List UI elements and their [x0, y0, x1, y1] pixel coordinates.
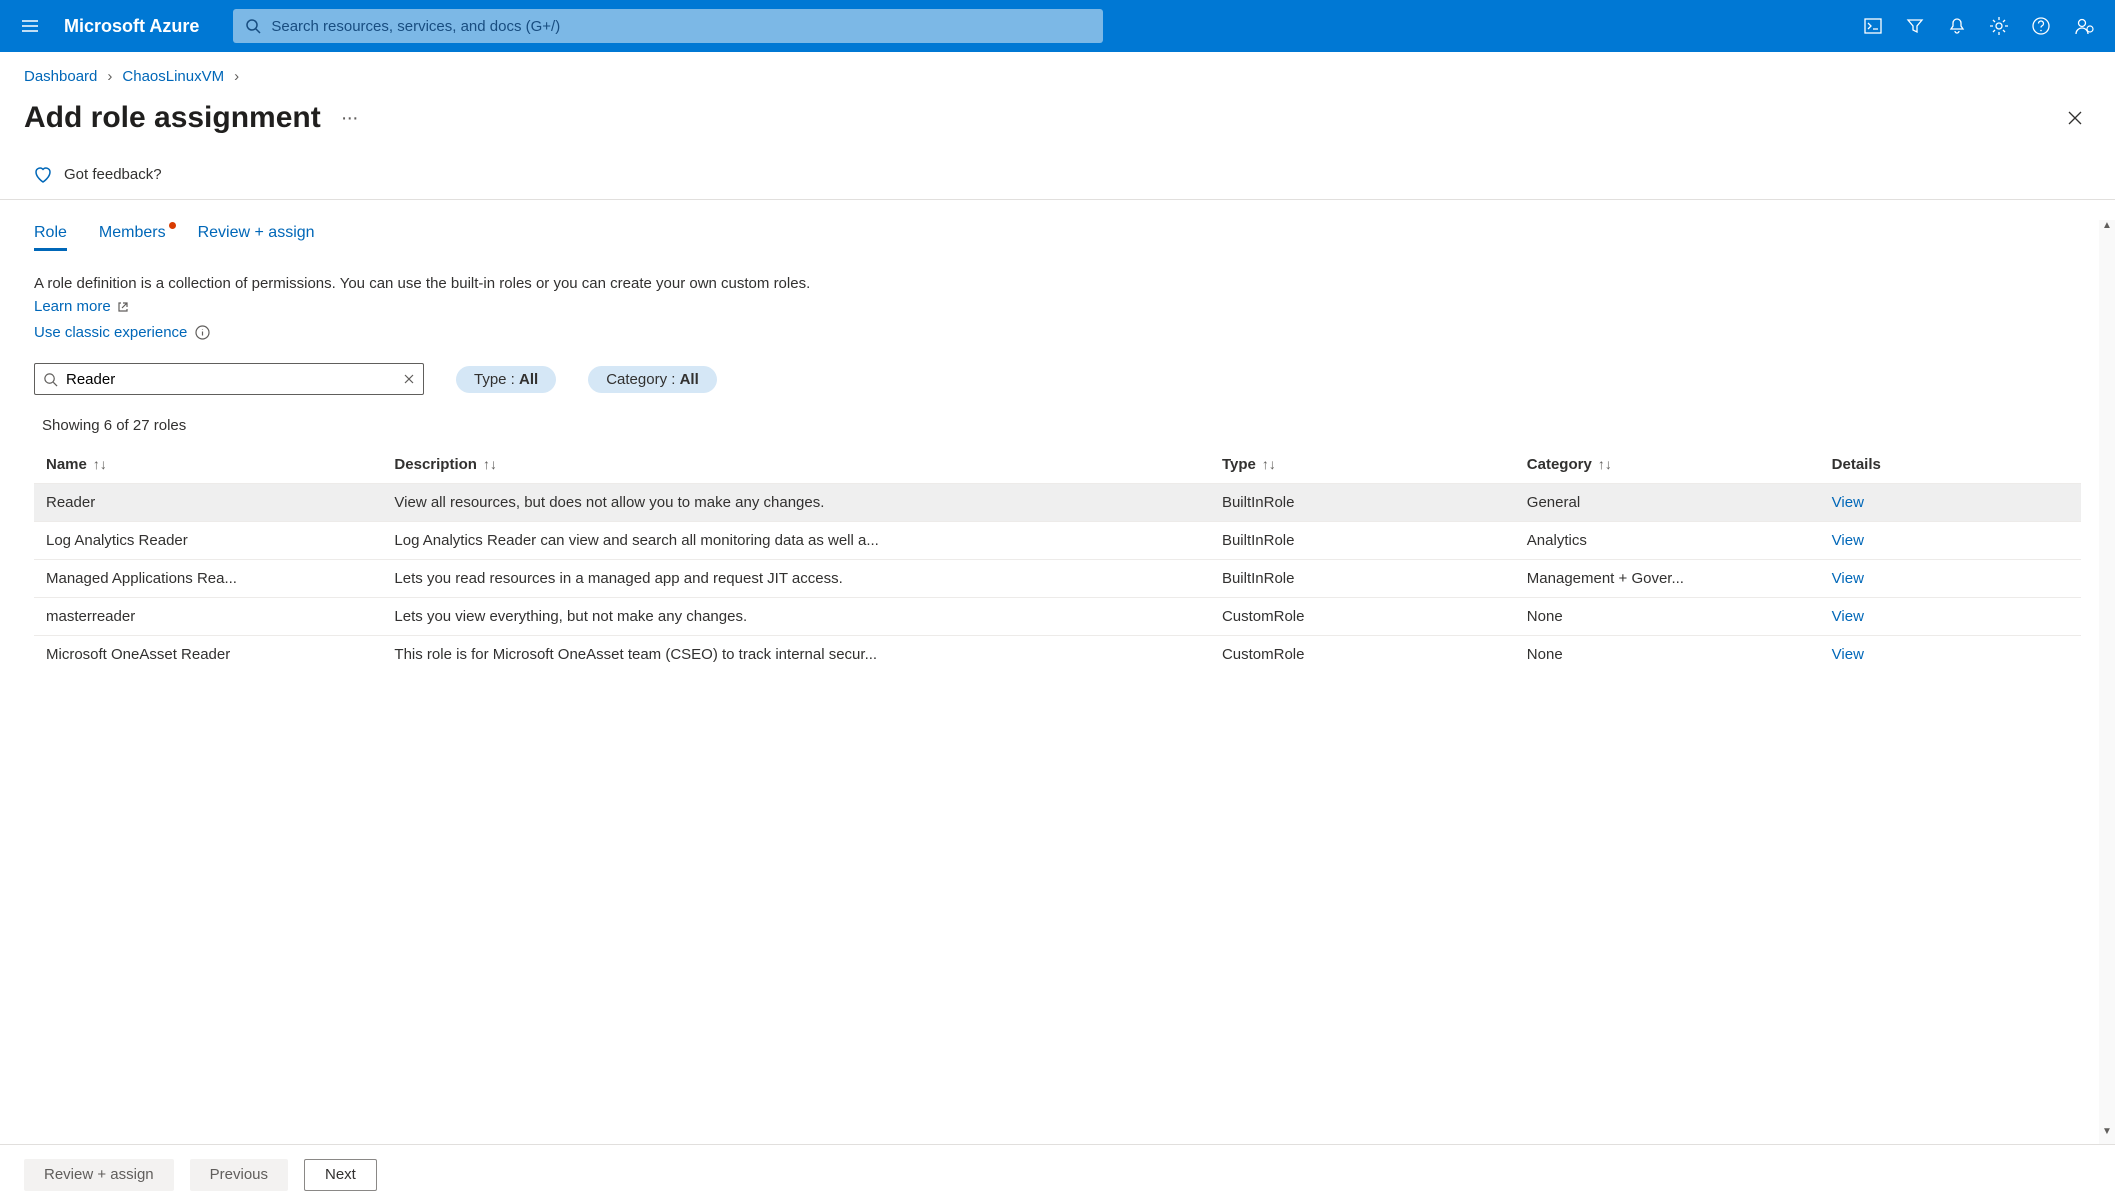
col-header-name[interactable]: Name↑↓	[34, 446, 382, 484]
global-search-input[interactable]	[271, 18, 1091, 35]
type-filter-pill[interactable]: Type : All	[456, 366, 556, 393]
cell-category: Analytics	[1515, 522, 1820, 560]
account-icon[interactable]	[2073, 16, 2095, 36]
cell-name: Log Analytics Reader	[34, 522, 382, 560]
tab-members[interactable]: Members	[99, 224, 166, 251]
cell-name: Microsoft OneAsset Reader	[34, 636, 382, 674]
cell-type: BuiltInRole	[1210, 522, 1515, 560]
close-icon	[403, 373, 415, 385]
view-link[interactable]: View	[1832, 570, 1864, 587]
table-row[interactable]: Managed Applications Rea...Lets you read…	[34, 560, 2081, 598]
role-search-input[interactable]	[66, 371, 395, 388]
table-row[interactable]: masterreaderLets you view everything, bu…	[34, 598, 2081, 636]
classic-experience-link[interactable]: Use classic experience	[34, 324, 210, 341]
sort-icon: ↑↓	[483, 456, 497, 472]
intro-text: A role definition is a collection of per…	[34, 273, 814, 318]
sort-icon: ↑↓	[1598, 456, 1612, 472]
col-header-category[interactable]: Category↑↓	[1515, 446, 1820, 484]
cell-description: Lets you view everything, but not make a…	[382, 598, 1210, 636]
cell-description: Lets you read resources in a managed app…	[382, 560, 1210, 598]
cell-description: View all resources, but does not allow y…	[382, 484, 1210, 522]
scrollbar[interactable]: ▲ ▼	[2099, 220, 2115, 1144]
table-row[interactable]: Log Analytics ReaderLog Analytics Reader…	[34, 522, 2081, 560]
help-icon[interactable]	[2031, 16, 2051, 36]
brand-label[interactable]: Microsoft Azure	[64, 16, 199, 37]
page-title: Add role assignment	[24, 101, 321, 135]
chevron-right-icon: ›	[234, 68, 239, 85]
filter-row: Type : All Category : All	[34, 363, 2081, 395]
cell-name: masterreader	[34, 598, 382, 636]
hamburger-menu[interactable]	[12, 8, 48, 44]
breadcrumb-item[interactable]: Dashboard	[24, 68, 97, 85]
wizard-tabs: Role Members Review + assign	[34, 224, 2081, 251]
info-icon	[195, 325, 210, 340]
alert-dot-icon	[169, 222, 176, 229]
heart-icon	[32, 163, 54, 185]
cell-type: BuiltInRole	[1210, 484, 1515, 522]
chevron-right-icon: ›	[107, 68, 112, 85]
category-filter-pill[interactable]: Category : All	[588, 366, 717, 393]
tab-role[interactable]: Role	[34, 224, 67, 251]
view-link[interactable]: View	[1832, 494, 1864, 511]
notifications-icon[interactable]	[1947, 16, 1967, 36]
previous-button[interactable]: Previous	[190, 1159, 288, 1191]
learn-more-link[interactable]: Learn more	[34, 298, 129, 315]
cell-description: This role is for Microsoft OneAsset team…	[382, 636, 1210, 674]
more-actions-button[interactable]: ···	[341, 107, 358, 130]
title-bar: Add role assignment ···	[0, 93, 2115, 153]
cell-name: Managed Applications Rea...	[34, 560, 382, 598]
header-toolbar	[1863, 16, 2103, 36]
feedback-bar: Got feedback?	[0, 153, 2115, 200]
cloud-shell-icon[interactable]	[1863, 16, 1883, 36]
breadcrumb: Dashboard › ChaosLinuxVM ›	[0, 52, 2115, 93]
col-header-details: Details	[1820, 446, 2081, 484]
cell-type: CustomRole	[1210, 636, 1515, 674]
close-icon	[2065, 108, 2085, 128]
close-button[interactable]	[2059, 102, 2091, 134]
settings-gear-icon[interactable]	[1989, 16, 2009, 36]
scroll-up-icon[interactable]: ▲	[2099, 220, 2115, 238]
role-search-box[interactable]	[34, 363, 424, 395]
cell-name: Reader	[34, 484, 382, 522]
sort-icon: ↑↓	[93, 456, 107, 472]
col-header-type[interactable]: Type↑↓	[1210, 446, 1515, 484]
clear-search-button[interactable]	[403, 373, 415, 385]
view-link[interactable]: View	[1832, 646, 1864, 663]
top-header: Microsoft Azure	[0, 0, 2115, 52]
wizard-footer: Review + assign Previous Next	[0, 1144, 2115, 1204]
external-link-icon	[117, 301, 129, 313]
search-icon	[43, 372, 58, 387]
cell-category: None	[1515, 598, 1820, 636]
search-icon	[245, 18, 261, 34]
cell-category: Management + Gover...	[1515, 560, 1820, 598]
cell-type: CustomRole	[1210, 598, 1515, 636]
filter-icon[interactable]	[1905, 16, 1925, 36]
breadcrumb-item[interactable]: ChaosLinuxVM	[122, 68, 224, 85]
cell-type: BuiltInRole	[1210, 560, 1515, 598]
main-content: Role Members Review + assign A role defi…	[0, 200, 2115, 1128]
result-count: Showing 6 of 27 roles	[42, 417, 2081, 434]
review-assign-button[interactable]: Review + assign	[24, 1159, 174, 1191]
table-row[interactable]: ReaderView all resources, but does not a…	[34, 484, 2081, 522]
scroll-down-icon[interactable]: ▼	[2099, 1126, 2115, 1144]
tab-review-assign[interactable]: Review + assign	[198, 224, 315, 251]
view-link[interactable]: View	[1832, 608, 1864, 625]
next-button[interactable]: Next	[304, 1159, 377, 1191]
cell-category: None	[1515, 636, 1820, 674]
table-row[interactable]: Microsoft OneAsset ReaderThis role is fo…	[34, 636, 2081, 674]
cell-description: Log Analytics Reader can view and search…	[382, 522, 1210, 560]
sort-icon: ↑↓	[1262, 456, 1276, 472]
col-header-description[interactable]: Description↑↓	[382, 446, 1210, 484]
feedback-link[interactable]: Got feedback?	[64, 166, 162, 183]
global-search[interactable]	[233, 9, 1103, 43]
cell-category: General	[1515, 484, 1820, 522]
view-link[interactable]: View	[1832, 532, 1864, 549]
roles-table: Name↑↓ Description↑↓ Type↑↓ Category↑↓ D…	[34, 446, 2081, 673]
